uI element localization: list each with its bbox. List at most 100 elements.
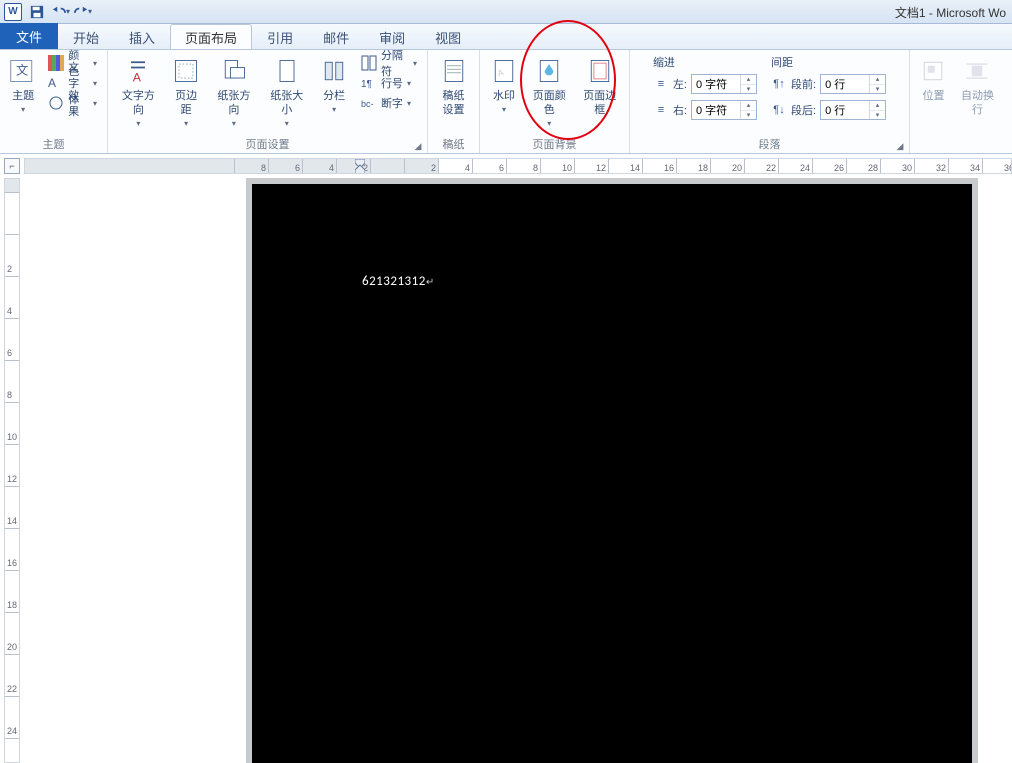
tab-mailings[interactable]: 邮件 [308,24,364,49]
columns-icon [318,55,350,87]
ruler-number: 30 [902,163,912,173]
page-size-label: 纸张大小 [266,89,307,117]
margins-button[interactable]: 页边距▾ [167,53,206,133]
tab-view[interactable]: 视图 [420,24,476,49]
spin-up-icon[interactable]: ▴ [870,75,885,85]
ruler-number: 4 [329,163,334,173]
spin-up-icon[interactable]: ▴ [741,101,756,111]
ruler-number: 28 [868,163,878,173]
themes-button[interactable]: 文 主题 ▾ [6,53,40,119]
qat-save-button[interactable] [26,2,48,22]
spacing-after-spinner[interactable]: ▴▾ [820,100,886,120]
indent-left-label: 左: [673,76,687,92]
ruler-tick: 18 [677,159,711,173]
spin-down-icon[interactable]: ▾ [741,111,756,120]
svg-text:bc-: bc- [361,99,374,109]
tab-file[interactable]: 文件 [0,23,58,49]
page-borders-button[interactable]: 页面边框 [577,53,624,119]
line-numbers-button[interactable]: 1¶ 行号▾ [357,73,421,93]
position-label: 位置 [922,89,944,103]
paragraph-launcher[interactable]: ◢ [894,140,906,152]
text-direction-button[interactable]: A 文字方向▾ [114,53,163,133]
wrap-text-label: 自动换行 [959,89,996,117]
indent-marker-bottom[interactable] [355,159,365,174]
spacing-before-input[interactable] [821,75,869,93]
ruler-tick: 18 [5,571,19,613]
ruler-number: 36 [1004,163,1012,173]
chevron-down-icon: ▾ [136,117,140,131]
line-numbers-label: 行号 [381,75,403,91]
qat-customize-icon[interactable]: ▾ [88,7,92,16]
ruler-tick: 16 [5,529,19,571]
ruler-number: 22 [766,163,776,173]
spacing-before-spinner[interactable]: ▴▾ [820,74,886,94]
tab-insert[interactable]: 插入 [114,24,170,49]
ruler-tick: 10 [541,159,575,173]
wrap-text-button: 自动换行 [955,53,1000,119]
ruler-tick: 8 [5,361,19,403]
ruler-number: 20 [7,642,17,652]
tab-home[interactable]: 开始 [58,24,114,49]
ruler-tick: 8 [235,159,269,173]
vertical-ruler[interactable]: 2468101214161820222426 [4,178,20,763]
ruler-number: 6 [295,163,300,173]
chevron-down-icon: ▾ [547,117,551,131]
spacing-before-row: ¶↑ 段前: ▴▾ [771,73,886,95]
page-color-button[interactable]: 页面颜色▾ [526,53,573,133]
spin-up-icon[interactable]: ▴ [870,101,885,111]
ruler-number: 10 [562,163,572,173]
document-viewport[interactable]: 621321312↵ [24,178,1012,763]
spacing-after-input[interactable] [821,101,869,119]
ruler-margin-area [25,159,235,173]
page-borders-label: 页面边框 [581,89,620,117]
hyphenation-button[interactable]: bc- 断字▾ [357,93,421,113]
ruler-tick: 32 [915,159,949,173]
indent-right-spinner[interactable]: ▴▾ [691,100,757,120]
ribbon-tabs: 文件 开始 插入 页面布局 引用 邮件 审阅 视图 [0,24,1012,50]
tab-references[interactable]: 引用 [252,24,308,49]
text-run: 621321312 [362,274,426,289]
document-body-text[interactable]: 621321312↵ [362,274,435,289]
indent-header: 缩进 [653,55,757,71]
group-page-setup-label: 页面设置 [114,138,421,152]
text-direction-label: 文字方向 [118,89,159,117]
manuscript-settings-button[interactable]: 稿纸 设置 [434,53,474,119]
ruler-number: 12 [596,163,606,173]
spacing-after-row: ¶↓ 段后: ▴▾ [771,99,886,121]
theme-effects-button[interactable]: 效果 ▾ [44,93,101,113]
hyphenation-icon: bc- [361,95,377,111]
manuscript-label1: 稿纸 [443,89,465,103]
columns-button[interactable]: 分栏▾ [315,53,353,119]
watermark-button[interactable]: A 水印▾ [486,53,522,119]
spin-down-icon[interactable]: ▾ [870,111,885,120]
indent-right-input[interactable] [692,101,740,119]
horizontal-ruler[interactable]: 8642246810121416182022242628303234363840… [24,158,1012,174]
page-setup-launcher[interactable]: ◢ [412,140,424,152]
group-manuscript-label: 稿纸 [434,138,473,152]
ruler-tick: 26 [5,739,19,763]
ruler-tick: 4 [303,159,337,173]
group-page-setup: A 文字方向▾ 页边距▾ 纸张方向▾ 纸张大小▾ 分栏▾ [108,50,428,153]
document-page[interactable]: 621321312↵ [252,184,972,763]
chevron-down-icon: ▾ [413,59,417,68]
indent-left-input[interactable] [692,75,740,93]
ruler-number: 32 [936,163,946,173]
indent-left-spinner[interactable]: ▴▾ [691,74,757,94]
tab-review[interactable]: 审阅 [364,24,420,49]
orientation-button[interactable]: 纸张方向▾ [210,53,259,133]
page-size-button[interactable]: 纸张大小▾ [262,53,311,133]
orientation-label: 纸张方向 [214,89,255,117]
document-workspace: ⌐ 86422468101214161820222426283032343638… [0,154,1012,763]
spin-down-icon[interactable]: ▾ [870,85,885,94]
spin-up-icon[interactable]: ▴ [741,75,756,85]
line-numbers-icon: 1¶ [361,75,377,91]
ruler-tick: 24 [5,697,19,739]
ruler-number: 4 [7,306,12,316]
svg-text:A: A [48,76,56,90]
breaks-button[interactable]: 分隔符▾ [357,53,421,73]
spin-down-icon[interactable]: ▾ [741,85,756,94]
ruler-number: 8 [7,390,12,400]
tab-page-layout[interactable]: 页面布局 [170,24,252,49]
ruler-corner[interactable]: ⌐ [4,158,20,174]
paragraph-mark-icon: ↵ [426,275,435,288]
